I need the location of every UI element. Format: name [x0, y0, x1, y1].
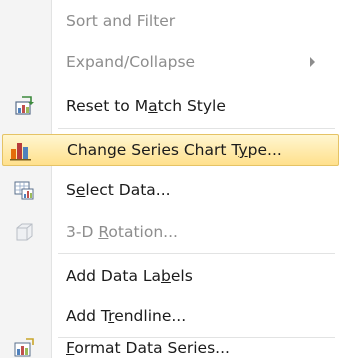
rotation-3d-icon — [10, 218, 38, 246]
menu-item-expand-collapse[interactable]: Expand/Collapse — [2, 42, 339, 82]
menu-item-label: Select Data... — [66, 181, 171, 199]
menu-item-label: Expand/Collapse — [66, 53, 196, 71]
select-data-icon — [10, 176, 38, 204]
chart-type-icon — [7, 136, 35, 164]
submenu-arrow-icon — [310, 57, 315, 67]
menu-separator — [58, 253, 335, 254]
menu-item-label: 3-D Rotation... — [66, 223, 178, 241]
menu-item-sort-and-filter[interactable]: Sort and Filter — [2, 0, 339, 42]
menu-item-add-trendline[interactable]: Add Trendline... — [2, 296, 339, 336]
menu-item-label: Reset to Match Style — [66, 97, 226, 115]
menu-item-label: Add Trendline... — [66, 307, 187, 325]
menu-separator — [58, 128, 335, 129]
menu-item-label: Format Data Series... — [66, 339, 230, 357]
menu-item-3d-rotation[interactable]: 3-D Rotation... — [2, 212, 339, 252]
menu-item-reset-to-match-style[interactable]: Reset to Match Style — [2, 84, 339, 128]
menu-item-format-data-series[interactable]: Format Data Series... — [2, 338, 339, 358]
menu-item-add-data-labels[interactable]: Add Data Labels — [2, 256, 339, 296]
menu-item-change-series-chart-type[interactable]: Change Series Chart Type... — [2, 134, 339, 166]
menu-item-label: Sort and Filter — [66, 12, 176, 30]
menu-item-label: Add Data Labels — [66, 267, 193, 285]
menu-item-select-data[interactable]: Select Data... — [2, 170, 339, 210]
menu-item-label: Change Series Chart Type... — [67, 141, 282, 159]
reset-style-icon — [10, 92, 38, 120]
context-menu: Sort and Filter Expand/Collapse Reset to… — [0, 0, 341, 358]
